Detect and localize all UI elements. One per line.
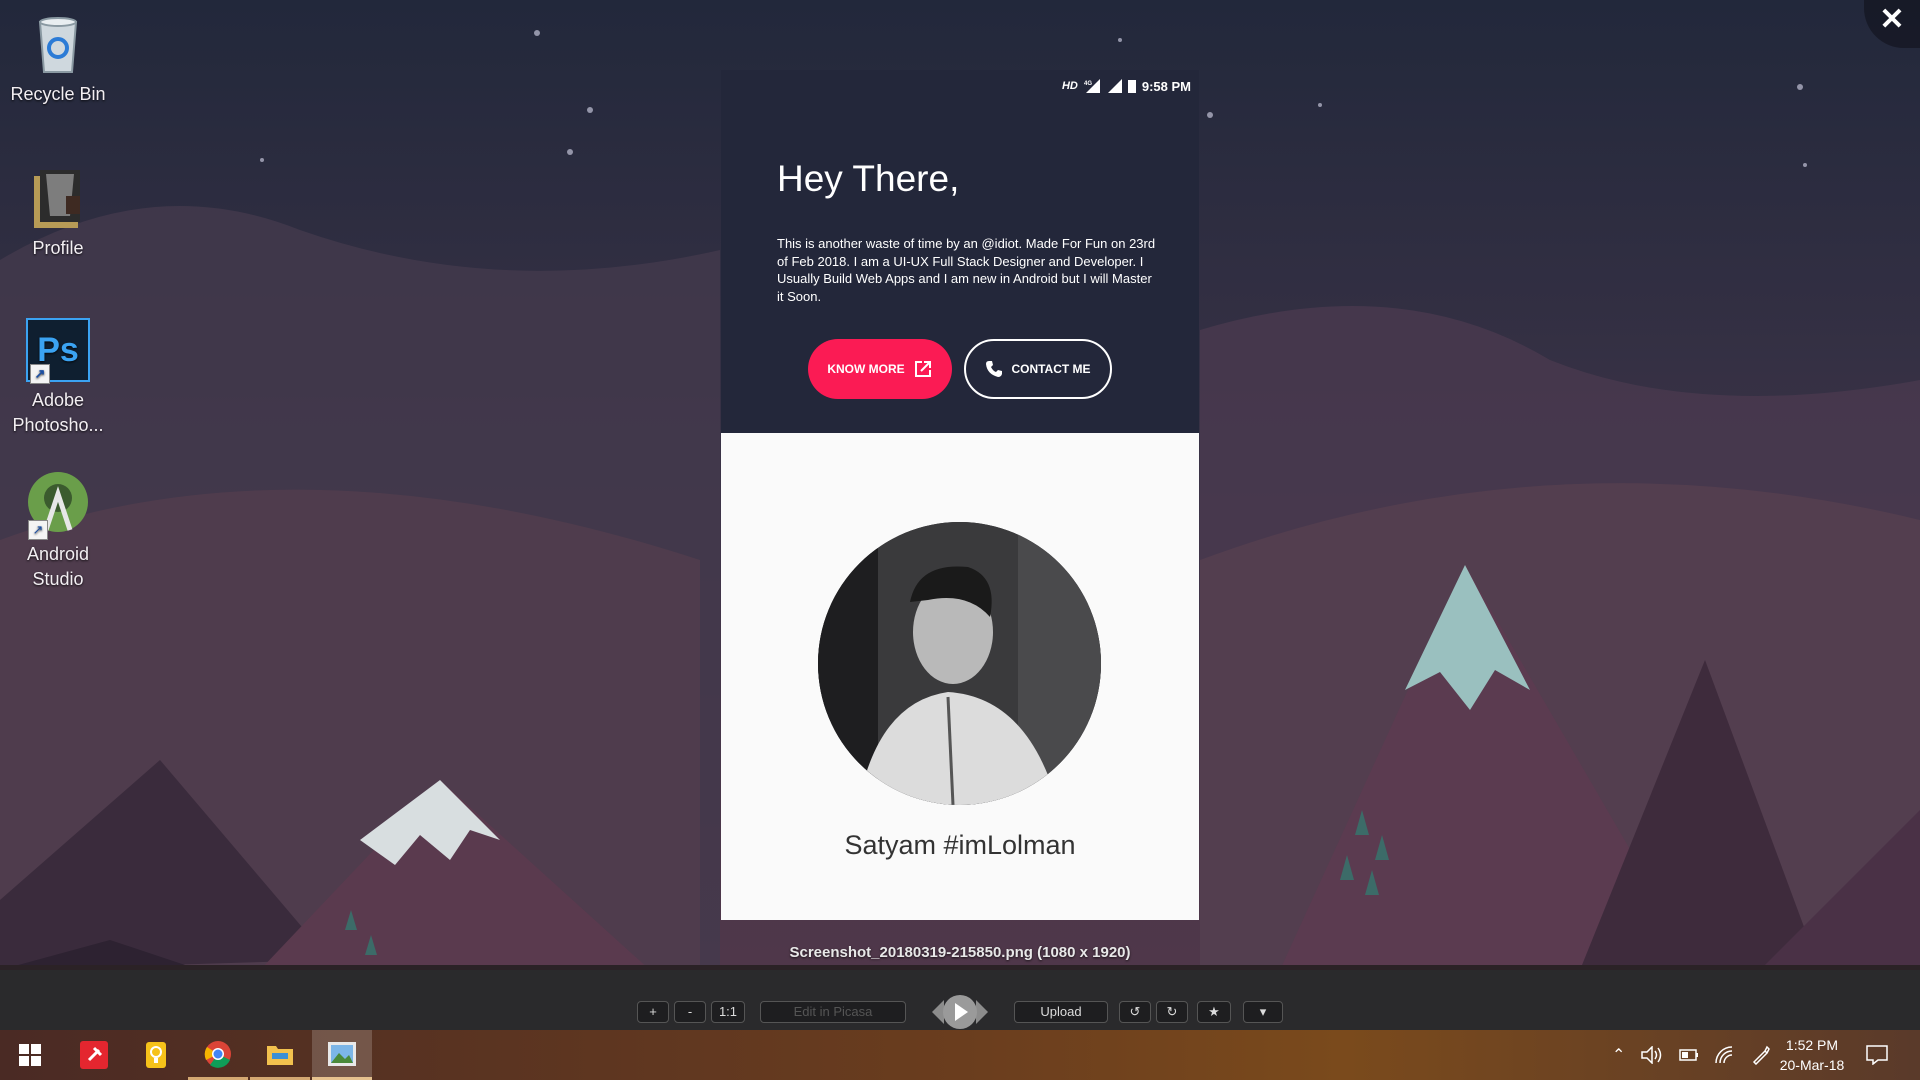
taskbar-app-photo-viewer[interactable]: [312, 1030, 372, 1080]
actual-size-button[interactable]: 1:1: [711, 1001, 745, 1023]
photo-viewer-icon: [328, 1041, 356, 1066]
edit-in-picasa-button[interactable]: Edit in Picasa: [760, 1001, 906, 1023]
clock-time: 1:52 PM: [1785, 1037, 1839, 1053]
file-explorer-icon: [267, 1045, 293, 1065]
slideshow-play-button[interactable]: [930, 990, 990, 1034]
rotate-right-icon: ↻: [1166, 1004, 1178, 1019]
taskbar-app-pin[interactable]: [64, 1030, 124, 1080]
signal-icon: [1107, 79, 1122, 93]
zoom-out-button[interactable]: -: [674, 1001, 706, 1023]
rotate-left-button[interactable]: ↺: [1119, 1001, 1151, 1023]
bio-text: This is another waste of time by an @idi…: [777, 236, 1156, 304]
zoom-out-icon: -: [687, 1004, 693, 1019]
upload-label: Upload: [1040, 1004, 1082, 1019]
lightbulb-icon: [146, 1042, 166, 1068]
taskbar-clock[interactable]: 1:52 PM 20-Mar-18: [1770, 1035, 1854, 1075]
desktop-icon-android-studio[interactable]: ↗ Android Studio: [0, 472, 116, 592]
desktop-icon-label: Adobe Photosho...: [12, 390, 104, 435]
phone-header: HD 4G 9:58 PM Hey There, This is another…: [721, 70, 1199, 433]
windows-start-icon: [19, 1044, 41, 1066]
sticky-pin-icon: [80, 1041, 108, 1069]
actual-size-label: 1:1: [718, 1004, 738, 1019]
desktop-icon-photoshop[interactable]: Ps ↗ Adobe Photosho...: [0, 318, 116, 438]
profile-name: Satyam #imLolman: [844, 830, 1076, 860]
shortcut-arrow-icon: ↗: [30, 364, 50, 384]
recycle-bin-icon: [26, 12, 90, 76]
edit-label: Edit in Picasa: [793, 1004, 873, 1019]
zoom-in-button[interactable]: +: [637, 1001, 669, 1023]
hd-indicator: HD: [1061, 80, 1078, 92]
star-icon: ★: [1208, 1004, 1220, 1019]
photoshop-icon: Ps ↗: [26, 318, 90, 384]
dropdown-icon: ▾: [1259, 1004, 1267, 1019]
action-center-button[interactable]: [1866, 1030, 1888, 1080]
signal-4g-icon: 4G: [1084, 79, 1100, 93]
chrome-icon: [204, 1040, 231, 1068]
rotate-left-icon: ↺: [1129, 1004, 1141, 1019]
pen-ink-icon[interactable]: [1751, 1045, 1771, 1065]
volume-icon[interactable]: [1641, 1046, 1663, 1064]
close-icon: ✕: [1879, 3, 1905, 36]
system-tray: ⌃: [1612, 1030, 1771, 1080]
star-button[interactable]: ★: [1197, 1001, 1231, 1023]
battery-icon: [1127, 80, 1136, 93]
profile-avatar: [818, 522, 1101, 805]
status-time: 9:58 PM: [1141, 78, 1191, 94]
image-filename: Screenshot_20180319-215850.png (1080 x 1…: [0, 944, 1920, 961]
upload-button[interactable]: Upload: [1014, 1001, 1108, 1023]
android-studio-icon: ↗: [26, 472, 90, 540]
taskbar-app-chrome[interactable]: [188, 1030, 248, 1080]
shortcut-arrow-icon: ↗: [28, 520, 48, 540]
desktop-icon-label: Android Studio: [26, 544, 90, 589]
desktop-icon-label: Profile: [32, 238, 84, 258]
taskbar-app-tips[interactable]: [126, 1030, 186, 1080]
svg-text:4G: 4G: [1084, 81, 1092, 87]
clock-date: 20-Mar-18: [1779, 1057, 1845, 1073]
zoom-in-icon: +: [649, 1004, 657, 1019]
external-link-icon: [914, 361, 931, 377]
desktop-icon-label: Recycle Bin: [10, 84, 106, 104]
rotate-right-button[interactable]: ↻: [1156, 1001, 1188, 1023]
know-more-button[interactable]: KNOW MORE: [808, 339, 952, 399]
desktop-icon-recycle-bin[interactable]: Recycle Bin: [0, 12, 116, 107]
folder-icon: [26, 166, 90, 230]
tray-overflow-chevron-icon[interactable]: ⌃: [1612, 1045, 1625, 1065]
notification-icon: [1866, 1045, 1888, 1065]
start-button[interactable]: [0, 1030, 60, 1080]
phone-icon: [986, 361, 1003, 377]
contact-me-label: CONTACT ME: [1011, 362, 1091, 376]
image-filename-text: Screenshot_20180319-215850.png (1080 x 1…: [789, 944, 1131, 961]
greeting-heading: Hey There,: [777, 158, 960, 199]
know-more-label: KNOW MORE: [827, 362, 905, 376]
desktop-icon-profile[interactable]: Profile: [0, 166, 116, 261]
battery-tray-icon[interactable]: [1679, 1049, 1699, 1061]
status-bar: HD 4G 9:58 PM: [1062, 76, 1191, 96]
contact-me-button[interactable]: CONTACT ME: [964, 339, 1112, 399]
phone-screenshot: HD 4G 9:58 PM Hey There, This is another…: [721, 70, 1199, 920]
taskbar-app-file-explorer[interactable]: [250, 1030, 310, 1080]
wifi-icon[interactable]: [1715, 1046, 1735, 1064]
more-options-button[interactable]: ▾: [1243, 1001, 1283, 1023]
